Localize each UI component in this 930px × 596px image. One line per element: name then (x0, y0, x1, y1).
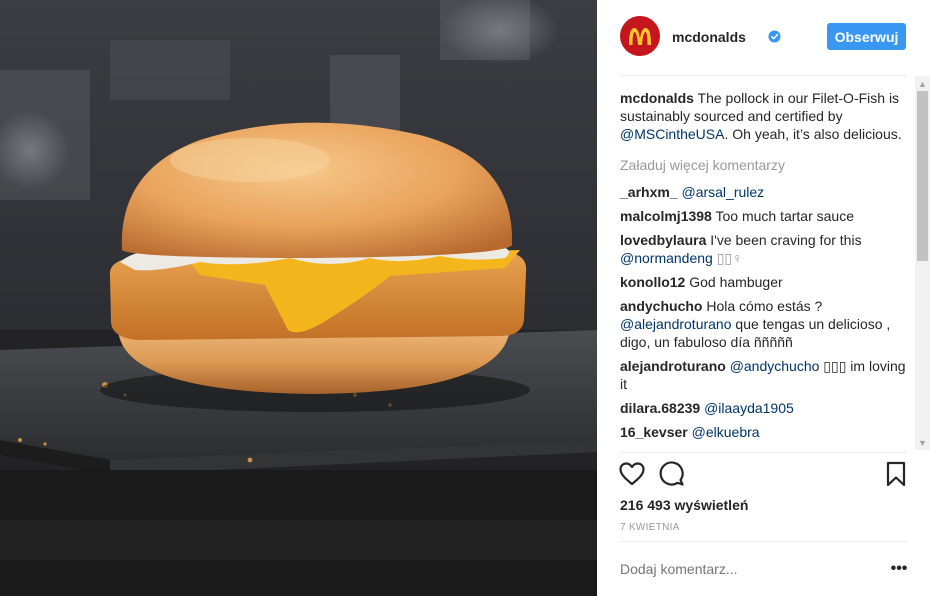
load-more-comments-link[interactable]: Załaduj więcej komentarzy (620, 156, 908, 174)
post-caption: mcdonalds The pollock in our Filet-O-Fis… (620, 89, 908, 143)
caption-mention[interactable]: @MSCintheUSA (620, 126, 724, 142)
actions-divider (620, 452, 907, 453)
comment-username[interactable]: konollo12 (620, 274, 685, 290)
add-comment-input[interactable] (620, 561, 860, 577)
avatar[interactable] (620, 16, 660, 56)
comment-item: dilara.68239 @ilaayda1905 (620, 399, 908, 417)
comment-username[interactable]: andychucho (620, 298, 702, 314)
comment-username[interactable]: lovedbylaura (620, 232, 706, 248)
comment-mention[interactable]: @arsal_rulez (681, 184, 764, 200)
post-actions (618, 460, 908, 490)
comment-username[interactable]: alejandroturano (620, 358, 726, 374)
mcdonalds-logo-icon (629, 28, 651, 45)
caption-username[interactable]: mcdonalds (620, 90, 694, 106)
views-count[interactable]: 216 493 wyświetleń (620, 497, 748, 513)
comment-item: 16_kevser @elkuebra (620, 423, 908, 441)
comment-item: alejandroturano @andychucho ▯▯▯ im lovin… (620, 357, 908, 393)
comment-text: I've been craving for this (710, 232, 862, 248)
scroll-down-arrow-icon[interactable]: ▼ (915, 435, 930, 450)
comment-emoji-text: ▯▯♀ (716, 250, 743, 266)
comment-username[interactable]: 16_kevser (620, 424, 688, 440)
filet-o-fish-image (0, 0, 597, 596)
comment-username[interactable]: _arhxm_ (620, 184, 678, 200)
comment-bubble-icon[interactable] (658, 460, 686, 488)
comment-mention[interactable]: @elkuebra (692, 424, 760, 440)
comment-username[interactable]: malcolmj1398 (620, 208, 712, 224)
comment-username[interactable]: dilara.68239 (620, 400, 700, 416)
header-username[interactable]: mcdonalds (672, 29, 746, 45)
comment-divider (620, 541, 907, 542)
comment-mention[interactable]: @normandeng (620, 250, 713, 266)
comments-scrollbar[interactable]: ▲ ▼ (915, 76, 930, 450)
bookmark-icon[interactable] (882, 460, 910, 488)
comment-item: malcolmj1398 Too much tartar sauce (620, 207, 908, 225)
verified-badge-icon (768, 30, 781, 43)
post-date[interactable]: 7 KWIETNIA (620, 522, 680, 533)
comment-text: Too much tartar sauce (715, 208, 854, 224)
comment-item: _arhxm_ @arsal_rulez (620, 183, 908, 201)
caption-text-end: . Oh yeah, it’s also delicious. (724, 126, 902, 142)
comment-text: Hola cómo estás ? (706, 298, 823, 314)
comment-text: God hambuger (689, 274, 783, 290)
scroll-up-arrow-icon[interactable]: ▲ (915, 76, 930, 91)
heart-icon[interactable] (618, 460, 646, 488)
comment-item: andychucho Hola cómo estás ? @alejandrot… (620, 297, 908, 351)
post-header: mcdonalds Obserwuj (620, 16, 907, 60)
comment-item: lovedbylaura I've been craving for this … (620, 231, 908, 267)
more-options-icon[interactable]: ••• (890, 560, 908, 577)
comment-mention[interactable]: @ilaayda1905 (704, 400, 794, 416)
comment-mention[interactable]: @alejandroturano (620, 316, 732, 332)
post-photo[interactable] (0, 0, 597, 596)
comments-list[interactable]: mcdonalds The pollock in our Filet-O-Fis… (620, 89, 908, 450)
comment-mention[interactable]: @andychucho (730, 358, 820, 374)
header-divider (620, 75, 907, 76)
follow-button[interactable]: Obserwuj (827, 23, 906, 50)
comment-item: konollo12 God hambuger (620, 273, 908, 291)
scrollbar-thumb[interactable] (917, 91, 928, 261)
